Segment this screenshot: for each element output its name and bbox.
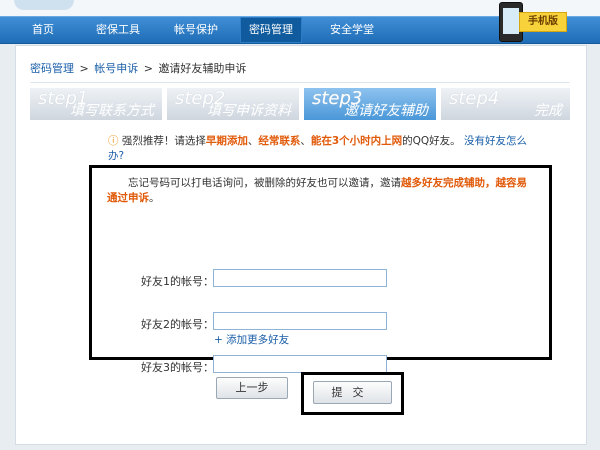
prev-step-button[interactable]: 上一步	[216, 377, 288, 399]
nav-item-security-school[interactable]: 安全学堂	[318, 17, 386, 43]
step-4-number: step4	[449, 88, 500, 109]
step-4-title: 完成	[534, 103, 562, 119]
breadcrumb: 密码管理 > 帐号申诉 > 邀请好友辅助申诉	[30, 60, 248, 76]
breadcrumb-account-appeal[interactable]: 帐号申诉	[94, 62, 138, 75]
nav-item-account-protect[interactable]: 帐号保护	[158, 17, 234, 43]
step-2-title: 填写申诉资料	[207, 103, 291, 119]
step-1-title: 填写联系方式	[70, 103, 154, 119]
nav-item-security-tools[interactable]: 密保工具	[80, 17, 156, 43]
breadcrumb-separator: >	[79, 62, 89, 75]
mobile-version-link[interactable]: 手机版	[493, 2, 573, 42]
tip-highlight-frequent: 经常联系	[258, 135, 301, 147]
mobile-version-label: 手机版	[519, 12, 567, 32]
step-indicator: step1 填写联系方式 step2 填写申诉资料 step3 邀请好友辅助 s…	[30, 88, 570, 120]
friend-1-row: 好友1的帐号：	[92, 269, 549, 291]
invite-note-end: 。	[149, 192, 160, 204]
submit-highlight-box: 提交	[301, 372, 404, 415]
tip-separator: 、	[300, 135, 311, 147]
tip-prefix: 强烈推荐！请选择	[121, 135, 206, 147]
tip-separator: 、	[247, 135, 259, 147]
breadcrumb-password-manage[interactable]: 密码管理	[30, 62, 74, 75]
tip-suffix: 的QQ好友。	[402, 135, 461, 147]
friend-invite-box: 忘记号码可以打电话询问，被删除的好友也可以邀请，邀请越多好友完成辅助，越容易通过…	[89, 165, 552, 374]
nav-item-home[interactable]: 首页	[18, 17, 68, 43]
warning-icon: ⓘ	[108, 135, 119, 147]
invite-note: 忘记号码可以打电话询问，被删除的好友也可以邀请，邀请越多好友完成辅助，越容易通过…	[107, 176, 532, 206]
add-more-friends-link[interactable]: + 添加更多好友	[214, 332, 289, 347]
main-content: 密码管理 > 帐号申诉 > 邀请好友辅助申诉 step1 填写联系方式 step…	[15, 45, 587, 445]
submit-button[interactable]: 提交	[313, 381, 392, 404]
friend-1-input[interactable]	[213, 269, 387, 287]
step-2: step2 填写申诉资料	[167, 88, 299, 120]
logo-icon	[14, 0, 74, 10]
friend-3-label: 好友3的帐号：	[141, 361, 214, 374]
breadcrumb-separator: >	[143, 62, 153, 75]
step-1: step1 填写联系方式	[30, 88, 162, 120]
friend-2-label: 好友2的帐号：	[141, 318, 214, 331]
friend-2-row: 好友2的帐号：	[92, 312, 549, 334]
step-3-title: 邀请好友辅助	[344, 103, 428, 119]
invite-note-text: 忘记号码可以打电话询问，被删除的好友也可以邀请，邀请	[128, 177, 401, 189]
tip-highlight-early: 早期添加	[205, 135, 248, 147]
tip-highlight-online: 能在3个小时内上网	[310, 135, 403, 147]
friend-2-input[interactable]	[213, 312, 387, 330]
friend-3-input[interactable]	[213, 355, 387, 373]
step-3: step3 邀请好友辅助	[304, 88, 436, 120]
breadcrumb-current: 邀请好友辅助申诉	[158, 62, 247, 75]
recommend-tip: ⓘ 强烈推荐！请选择早期添加、经常联系、能在3个小时内上网的QQ好友。 没有好友…	[108, 134, 528, 164]
divider	[30, 82, 570, 83]
nav-item-password-manage[interactable]: 密码管理	[240, 17, 302, 43]
friend-1-label: 好友1的帐号：	[141, 275, 214, 288]
step-4: step4 完成	[441, 88, 570, 120]
